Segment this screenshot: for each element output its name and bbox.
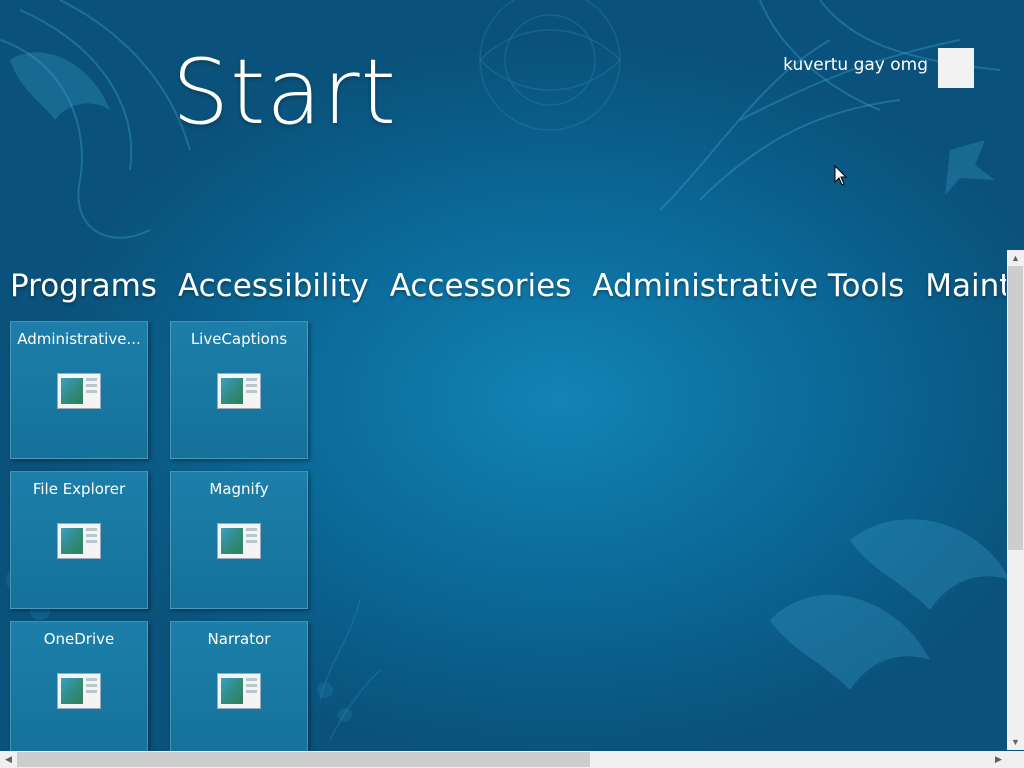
vertical-scroll-thumb[interactable] (1008, 266, 1023, 550)
tile-label: File Explorer (32, 480, 126, 498)
tile-label: Magnify (209, 480, 269, 498)
user-name[interactable]: kuvertu gay omg (783, 55, 928, 75)
application-window-icon (217, 523, 261, 559)
tile-magnify[interactable]: Magnify (170, 471, 308, 609)
tile-file-explorer[interactable]: File Explorer (10, 471, 148, 609)
tile-label: Narrator (207, 630, 271, 648)
tile-administrative-tools[interactable]: Administrative... (10, 321, 148, 459)
scrollbar-corner (1007, 751, 1024, 768)
horizontal-scrollbar[interactable]: ◀ ▶ (0, 751, 1007, 768)
application-window-icon (57, 673, 101, 709)
group-header-programs[interactable]: Programs (10, 268, 157, 304)
group-header-accessibility[interactable]: Accessibility (178, 268, 369, 304)
application-window-icon (57, 523, 101, 559)
application-window-icon (217, 373, 261, 409)
scroll-down-icon[interactable]: ▼ (1007, 734, 1024, 750)
scroll-right-icon[interactable]: ▶ (990, 751, 1007, 768)
tile-livecaptions[interactable]: LiveCaptions (170, 321, 308, 459)
tile-label: OneDrive (43, 630, 115, 648)
avatar[interactable] (938, 48, 974, 88)
group-header-bar: Programs Accessibility Accessories Administ… (0, 268, 1006, 308)
group-header-maintenance[interactable]: Maintenar (925, 268, 1006, 304)
horizontal-scroll-thumb[interactable] (17, 752, 590, 767)
vertical-scrollbar[interactable]: ▲ ▼ (1007, 250, 1024, 750)
tile-label: Administrative... (17, 330, 141, 348)
tile-narrator[interactable]: Narrator (170, 621, 308, 759)
tile-onedrive[interactable]: OneDrive (10, 621, 148, 759)
group-header-administrative-tools[interactable]: Administrative Tools (592, 268, 904, 304)
page-title: Start (172, 40, 397, 145)
application-window-icon (57, 373, 101, 409)
application-window-icon (217, 673, 261, 709)
start-screen: Start kuvertu gay omg Programs Accessibil… (0, 0, 1024, 768)
tile-label: LiveCaptions (190, 330, 288, 348)
scroll-left-icon[interactable]: ◀ (0, 751, 17, 768)
group-header-accessories[interactable]: Accessories (390, 268, 572, 304)
scroll-up-icon[interactable]: ▲ (1007, 250, 1024, 266)
background-artwork (0, 0, 1010, 741)
mouse-cursor-icon (834, 165, 848, 186)
